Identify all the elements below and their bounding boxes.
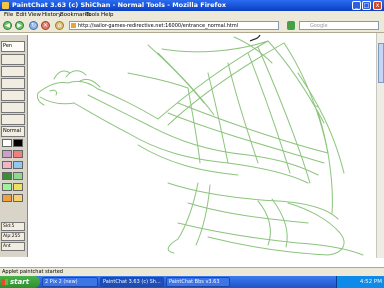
- color-swatch[interactable]: [13, 172, 23, 180]
- menu-tools[interactable]: Tools: [86, 11, 100, 19]
- taskbar-item-paintchat[interactable]: PaintChat 3.63 (c) Sh...: [100, 277, 164, 287]
- antialias-toggle[interactable]: Ant: [1, 242, 25, 251]
- color-swatch[interactable]: [2, 194, 12, 202]
- size-slider[interactable]: Sld:5: [1, 222, 25, 231]
- eraser-tool[interactable]: [1, 66, 25, 77]
- color-swatch[interactable]: [2, 183, 12, 191]
- menu-edit[interactable]: Edit: [16, 11, 27, 19]
- taskbar-item-paintchat-bbs[interactable]: PaintChat Bbs v3.63: [166, 277, 230, 287]
- mode-normal[interactable]: Normal: [1, 126, 25, 137]
- color-swatch[interactable]: [2, 172, 12, 180]
- alpha-slider[interactable]: Alp:255: [1, 232, 25, 241]
- color-swatch[interactable]: [2, 139, 12, 147]
- vertical-scrollbar[interactable]: [376, 33, 384, 258]
- taskbar-item-pix[interactable]: 2 Pix 2 (new): [42, 277, 98, 287]
- system-tray: 4:52 PM: [336, 276, 384, 288]
- shape-tool[interactable]: [1, 90, 25, 101]
- address-url: http://sailor-games-redirective.net:1600…: [78, 23, 239, 29]
- reload-button[interactable]: ↻: [29, 21, 38, 30]
- menu-view[interactable]: View: [28, 11, 41, 19]
- address-bar[interactable]: http://sailor-games-redirective.net:1600…: [69, 21, 279, 30]
- menu-history[interactable]: History: [42, 11, 62, 19]
- menu-bar: File Edit View History Bookmarks Tools H…: [0, 11, 384, 19]
- color-swatch[interactable]: [2, 161, 12, 169]
- windows-logo-icon: [2, 279, 8, 285]
- minimize-button[interactable]: _: [352, 1, 361, 10]
- copy-tool[interactable]: [1, 114, 25, 125]
- brush-tool[interactable]: [1, 54, 25, 65]
- color-swatch[interactable]: [13, 183, 23, 191]
- search-placeholder: Google: [310, 23, 328, 29]
- pen-tool[interactable]: Pen: [1, 41, 25, 52]
- maximize-button[interactable]: □: [362, 1, 371, 10]
- sketch-drawing: [37, 34, 364, 256]
- color-swatch[interactable]: [13, 150, 23, 158]
- start-button[interactable]: start: [0, 276, 40, 288]
- site-favicon: [71, 23, 76, 28]
- tool-palette: Pen Normal Sld:5 Alp:255 Ant: [0, 35, 28, 257]
- menu-help[interactable]: Help: [101, 11, 114, 19]
- title-bar: PaintChat 3.63 (c) ShiChan - Normal Tool…: [0, 0, 384, 11]
- firefox-icon: [2, 2, 9, 9]
- forward-button[interactable]: ▶: [15, 21, 24, 30]
- taskbar: start 2 Pix 2 (new) PaintChat 3.63 (c) S…: [0, 276, 384, 288]
- window-title: PaintChat 3.63 (c) ShiChan - Normal Tool…: [12, 1, 227, 9]
- fill-tool[interactable]: [1, 78, 25, 89]
- color-swatch[interactable]: [13, 139, 23, 147]
- back-button[interactable]: ◀: [3, 21, 12, 30]
- color-swatch[interactable]: [13, 194, 23, 202]
- close-button[interactable]: x: [373, 1, 382, 10]
- stop-button[interactable]: ✕: [41, 21, 50, 30]
- navigation-toolbar: ◀ ▶ ↻ ✕ ⌂ http://sailor-games-redirectiv…: [0, 19, 384, 33]
- color-swatch[interactable]: [2, 150, 12, 158]
- color-swatch[interactable]: [13, 161, 23, 169]
- start-label: start: [10, 278, 30, 286]
- select-tool[interactable]: [1, 102, 25, 113]
- menu-file[interactable]: File: [4, 11, 13, 19]
- search-input[interactable]: Google: [299, 21, 379, 30]
- scrollbar-thumb[interactable]: [378, 43, 384, 83]
- go-button[interactable]: [287, 21, 295, 30]
- clock: 4:52 PM: [359, 279, 382, 285]
- home-button[interactable]: ⌂: [55, 21, 64, 30]
